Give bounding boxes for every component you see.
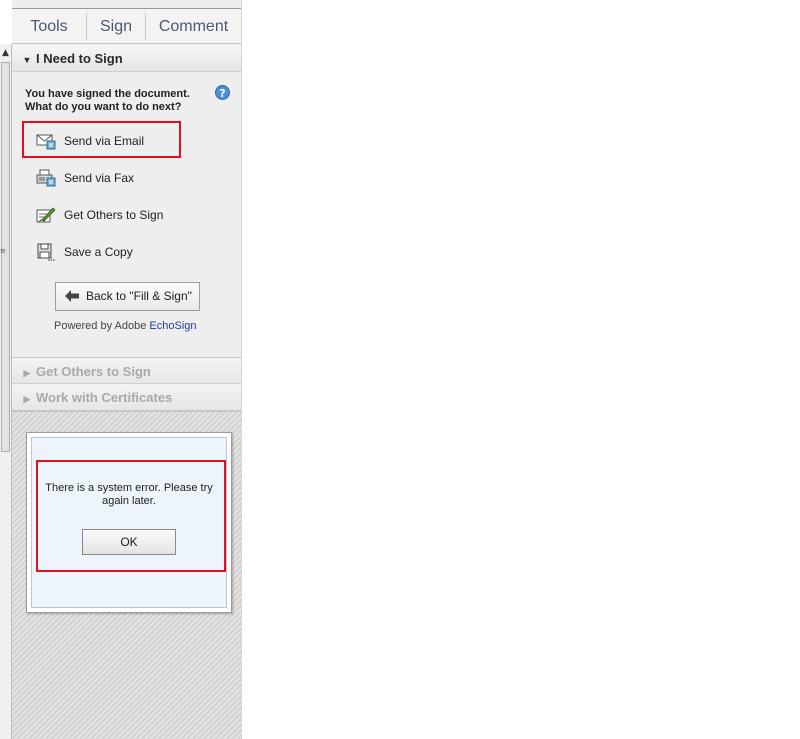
ok-button[interactable]: OK [82,529,176,555]
sign-panel: Tools Sign Comment ▼ I Need to Sign You h… [12,0,242,739]
section-title: Work with Certificates [36,390,173,405]
section-title: Get Others to Sign [36,364,151,379]
send-via-fax-action[interactable]: Send via Fax [33,167,193,189]
help-icon[interactable]: ? [215,85,230,100]
action-label: Send via Fax [64,171,135,185]
collapsed-triangle-icon: ▶ [23,394,31,404]
section-header-get-others-to-sign[interactable]: ▶ Get Others to Sign [12,357,241,384]
expanded-triangle-icon: ▼ [22,55,32,65]
action-label: Save a Copy [64,245,133,259]
section-title: I Need to Sign [36,51,123,66]
tab-bar: Tools Sign Comment [12,8,241,44]
back-button-label: Back to "Fill & Sign" [86,289,192,303]
intro-line-1: You have signed the document. [25,88,190,100]
back-to-fill-and-sign-button[interactable]: Back to "Fill & Sign" [55,282,200,311]
get-others-icon [36,207,56,223]
powered-by-text: Powered by Adobe EchoSign [54,320,197,332]
tab-comment[interactable]: Comment [146,9,241,44]
back-arrow-icon [65,290,79,302]
echosign-link[interactable]: EchoSign [149,320,196,332]
powered-by-label: Powered by Adobe [54,320,150,332]
section-header-i-need-to-sign[interactable]: ▼ I Need to Sign [12,45,241,72]
fax-icon [36,169,56,187]
scroll-up-arrow-icon[interactable]: ▲ [0,46,11,60]
collapsed-triangle-icon: ▶ [23,368,31,378]
grip-icon[interactable]: ≡ [0,248,6,258]
action-label: Get Others to Sign [64,208,164,222]
save-a-copy-action[interactable]: Save a Copy [33,241,193,263]
tab-tools[interactable]: Tools [12,9,86,44]
error-highlight-box [36,460,226,572]
email-highlight-box [22,121,181,158]
section-header-work-with-certificates[interactable]: ▶ Work with Certificates [12,384,241,411]
sign-status-message: You have signed the document. What do yo… [25,88,205,114]
intro-line-2: What do you want to do next? [25,101,182,113]
error-message: There is a system error. Please try agai… [45,482,213,507]
tab-sign[interactable]: Sign [87,9,145,44]
get-others-to-sign-action[interactable]: Get Others to Sign [33,204,193,226]
save-icon [37,243,55,261]
